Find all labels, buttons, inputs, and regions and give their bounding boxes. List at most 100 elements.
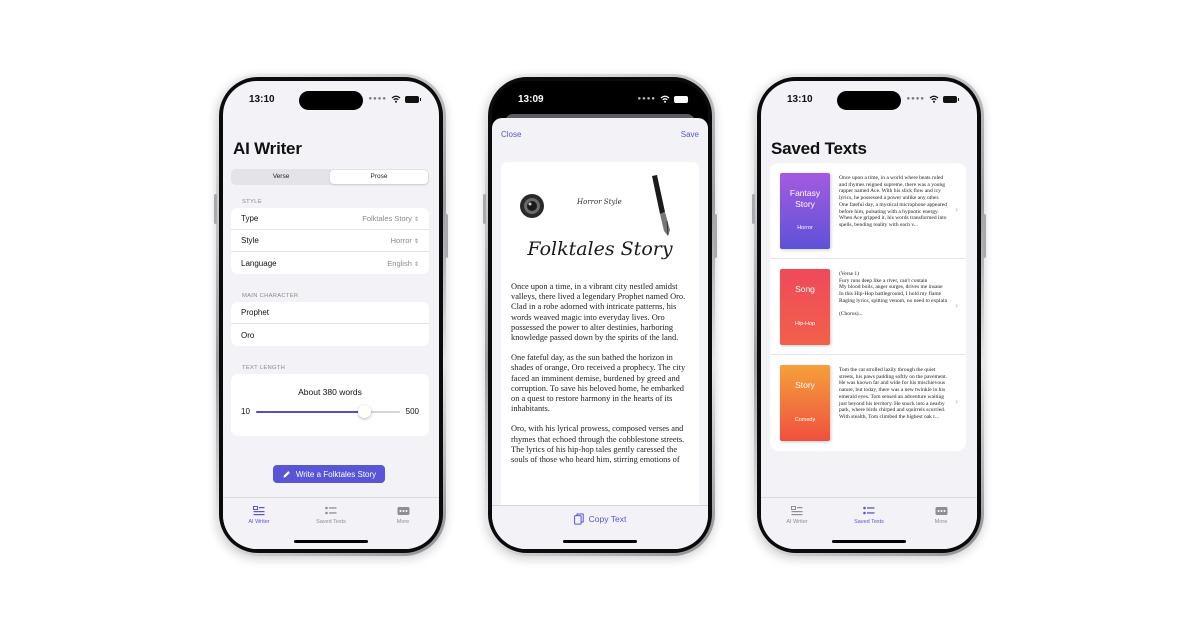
story-card: Horror Style Folktales Story Once upon a… <box>501 162 699 522</box>
close-button[interactable]: Close <box>501 130 521 139</box>
battery-icon <box>674 95 690 103</box>
power-button <box>714 214 717 258</box>
saved-text-item[interactable]: Story Comedy Tom the cat strolled lazily… <box>770 355 966 451</box>
cover-subtitle: Horror <box>797 225 813 231</box>
chevron-up-down-icon: ⇕ <box>413 217 419 223</box>
language-row[interactable]: Language English ⇕ <box>231 252 429 274</box>
chevron-right-icon: › <box>955 397 958 406</box>
character-type-field[interactable]: Prophet <box>231 302 429 324</box>
cellular-icon: ●●●● <box>368 96 387 102</box>
segment-prose[interactable]: Prose <box>330 170 428 184</box>
chevron-up-down-icon: ⇕ <box>413 261 419 268</box>
slider-min-label: 10 <box>241 407 250 416</box>
cover-title: Song <box>795 284 815 294</box>
copy-icon <box>573 513 584 525</box>
text-excerpt: Tom the cat strolled lazily through the … <box>839 367 947 420</box>
list-icon <box>863 506 875 515</box>
row-label: Type <box>241 214 259 223</box>
tab-saved-texts[interactable]: Saved Texts <box>839 506 899 525</box>
character-name-field[interactable]: Oro <box>231 324 429 346</box>
battery-icon <box>943 95 959 103</box>
write-story-button[interactable]: Write a Folktales Story <box>273 465 385 483</box>
book-cover: Story Comedy <box>780 365 830 441</box>
style-row[interactable]: Style Horror ⇕ <box>231 230 429 252</box>
length-slider[interactable] <box>255 404 400 418</box>
story-paragraph: One fateful day, as the sun bathed the h… <box>511 353 686 414</box>
section-label-text-length: TEXT LENGTH <box>242 365 286 371</box>
wifi-icon <box>929 95 939 103</box>
book-cover: Fantasy Story Horror <box>780 173 830 249</box>
language-picker[interactable]: English ⇕ <box>387 259 419 268</box>
wifi-icon <box>391 95 401 103</box>
phone-story-sheet: 13:09 ●●●● Close Save Horror Style Folkt… <box>483 74 717 556</box>
style-tag: Horror Style <box>577 198 622 206</box>
tab-label: More <box>934 519 948 525</box>
main-character-group: Prophet Oro <box>231 302 429 346</box>
tab-label: Saved Texts <box>854 519 884 525</box>
story-body: Once upon a time, in a vibrant city nest… <box>511 282 687 475</box>
style-picker[interactable]: Horror ⇕ <box>391 236 419 245</box>
character-type-value: Prophet <box>241 308 270 317</box>
style-settings-group: Type Folktales Story ⇕ Style Horror ⇕ La… <box>231 208 429 274</box>
row-label: Language <box>241 258 277 268</box>
row-label: Style <box>241 236 259 245</box>
home-indicator <box>294 540 368 543</box>
dynamic-island <box>568 91 632 110</box>
picker-value: Folktales Story <box>362 214 412 223</box>
save-button[interactable]: Save <box>681 130 699 139</box>
battery-icon <box>405 95 421 103</box>
tab-label: More <box>396 519 410 525</box>
more-icon <box>397 507 409 515</box>
chevron-up-down-icon: ⇕ <box>413 239 419 245</box>
cover-subtitle: Comedy <box>794 417 816 423</box>
copy-bar: Copy Text <box>492 505 708 549</box>
saved-text-item[interactable]: Fantasy Story Horror Once upon a time, i… <box>770 163 966 259</box>
slider-fill <box>255 410 365 413</box>
copy-text-button[interactable]: Copy Text <box>492 513 708 525</box>
text-excerpt: Once upon a time, in a world where beats… <box>839 175 947 228</box>
length-slider-row: 10 500 <box>231 404 429 418</box>
status-time: 13:10 <box>249 94 275 105</box>
type-picker[interactable]: Folktales Story ⇕ <box>362 214 419 223</box>
cover-title: Fantasy Story <box>789 188 821 209</box>
tab-more[interactable]: More <box>911 506 971 525</box>
wifi-icon <box>660 95 670 103</box>
status-time: 13:10 <box>787 94 813 105</box>
text-length-group: About 380 words 10 500 <box>231 374 429 436</box>
phone-saved-texts: 13:10 ●●●● Saved Texts Fantasy Story Hor… <box>752 74 986 556</box>
list-icon <box>325 506 337 515</box>
page-title: Saved Texts <box>771 139 867 158</box>
tab-ai-writer[interactable]: AI Writer <box>767 506 827 525</box>
book-cover: Song Hip-Hop <box>780 269 830 345</box>
tab-saved-texts[interactable]: Saved Texts <box>301 506 361 525</box>
section-label-main-character: MAIN CHARACTER <box>242 293 299 299</box>
home-indicator <box>832 540 906 543</box>
tab-label: AI Writer <box>248 519 270 525</box>
volume-button <box>752 194 755 224</box>
type-row[interactable]: Type Folktales Story ⇕ <box>231 208 429 230</box>
phone-ai-writer: 13:10 ●●●● AI Writer Verse Prose STYLE T… <box>214 74 448 556</box>
verse-prose-segmented-control[interactable]: Verse Prose <box>231 169 429 185</box>
volume-button <box>483 194 486 224</box>
tab-ai-writer[interactable]: AI Writer <box>229 506 289 525</box>
home-indicator <box>563 540 637 543</box>
saved-text-item[interactable]: Song Hip-Hop (Verse 1) Fury runs deep li… <box>770 259 966 355</box>
character-name-value: Oro <box>241 330 255 340</box>
fountain-pen-icon <box>652 175 670 236</box>
power-button <box>445 214 448 258</box>
screen: 13:10 ●●●● AI Writer Verse Prose STYLE T… <box>223 81 439 549</box>
slider-thumb[interactable] <box>358 404 372 418</box>
ai-writer-tab-icon <box>253 506 265 516</box>
tab-more[interactable]: More <box>373 506 433 525</box>
status-icons: ●●●● <box>907 95 959 103</box>
dynamic-island <box>299 91 363 110</box>
cellular-icon: ●●●● <box>637 96 656 102</box>
picker-value: English <box>387 258 412 268</box>
cover-subtitle: Hip-Hop <box>794 321 816 327</box>
tab-bar: AI Writer Saved Texts More <box>761 497 977 549</box>
segment-verse[interactable]: Verse <box>232 170 330 184</box>
ai-writer-tab-icon <box>791 506 803 516</box>
status-time: 13:09 <box>518 94 544 105</box>
cover-title: Story <box>795 380 815 390</box>
saved-texts-list: Fantasy Story Horror Once upon a time, i… <box>770 163 966 451</box>
